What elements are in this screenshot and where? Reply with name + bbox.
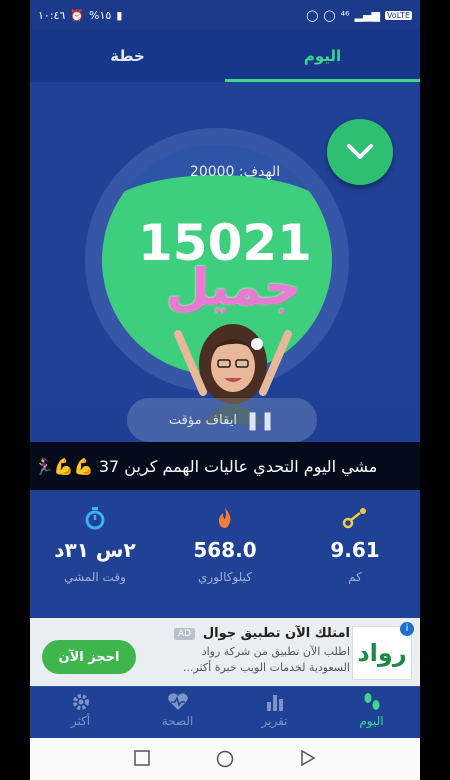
alarm-icon: ⏰ bbox=[70, 8, 85, 22]
info-icon[interactable]: i bbox=[400, 622, 414, 636]
nav-health-label: الصحة bbox=[161, 714, 194, 728]
top-tabs: خطة اليوم bbox=[30, 30, 420, 82]
nav-today-label: اليوم bbox=[359, 714, 384, 728]
back-icon[interactable] bbox=[300, 749, 316, 770]
battery-text: %١٥ bbox=[89, 8, 112, 22]
distance-label: كم bbox=[348, 570, 362, 584]
volte-badge: VoLTE bbox=[384, 10, 412, 20]
complete-button[interactable] bbox=[327, 119, 393, 185]
gear-icon bbox=[72, 694, 89, 710]
sticker-text: جميل bbox=[165, 258, 301, 316]
flame-icon bbox=[218, 508, 231, 528]
time-text: ١٠:٤٦ bbox=[38, 8, 66, 22]
time-value: ٢س ٣١د bbox=[54, 538, 136, 562]
pause-button[interactable]: ايقاف مؤقت ❚❚ bbox=[127, 398, 317, 442]
calories-label: كيلوكالوري bbox=[198, 570, 252, 584]
ad-cta-button[interactable]: احجز الآن bbox=[42, 640, 136, 674]
chat-icon: ◯ bbox=[306, 8, 319, 22]
tab-today[interactable]: اليوم bbox=[225, 30, 420, 82]
battery-icon: ▮ bbox=[116, 8, 123, 22]
ad-badge: AD bbox=[174, 628, 196, 640]
stats-panel: 9.61 كم 568.0 كيلوكالوري ٢س ٣١د وقت المش… bbox=[30, 490, 420, 618]
ad-title[interactable]: امتلك الآن تطبيق جوال bbox=[203, 626, 350, 641]
recents-icon[interactable] bbox=[134, 750, 150, 770]
calories-value: 568.0 bbox=[193, 538, 257, 562]
nav-more-label: أكثر bbox=[70, 714, 91, 728]
route-icon bbox=[342, 508, 366, 529]
ad-banner[interactable]: احجز الآن AD امتلك الآن تطبيق جوال اطلب … bbox=[30, 618, 420, 686]
status-right: ◯ ◯ ⁴⁶ ▂▄▆ VoLTE bbox=[306, 9, 412, 22]
timer-icon bbox=[85, 507, 105, 530]
nav-more[interactable]: أكثر bbox=[32, 691, 129, 728]
chevron-down-icon bbox=[347, 144, 373, 159]
time-label: وقت المشي bbox=[64, 570, 126, 584]
progress-area: الهدف: 20000 15021 جميل ايقاف مؤقت ❚❚ bbox=[30, 82, 420, 442]
pause-icon: ❚❚ bbox=[244, 409, 276, 431]
stat-calories: 568.0 كيلوكالوري bbox=[160, 504, 290, 584]
ad-description: اطلب الآن تطبيق من شركة رواد السعودية لخ… bbox=[183, 645, 350, 674]
network-text: ⁴⁶ bbox=[340, 8, 350, 22]
bottom-nav: اليوم تقرير الصحة أكثر bbox=[30, 686, 420, 739]
stat-time: ٢س ٣١د وقت المشي bbox=[30, 504, 160, 584]
home-icon[interactable] bbox=[216, 750, 234, 772]
footsteps-icon bbox=[364, 693, 379, 710]
story-caption: مشي اليوم التحدي عاليات الهمم كرين 37 💪💪… bbox=[30, 442, 420, 490]
distance-value: 9.61 bbox=[330, 538, 380, 562]
status-left: ١٠:٤٦ ⏰ %١٥ ▮ bbox=[38, 9, 122, 22]
stat-distance: 9.61 كم bbox=[290, 504, 420, 584]
goal-label: الهدف: 20000 bbox=[189, 164, 281, 180]
nav-health[interactable]: الصحة bbox=[129, 691, 226, 728]
nav-report[interactable]: تقرير bbox=[226, 691, 323, 728]
status-bar: ١٠:٤٦ ⏰ %١٥ ▮ ◯ ◯ ⁴⁶ ▂▄▆ VoLTE bbox=[30, 0, 420, 30]
bar-chart-icon bbox=[266, 695, 283, 711]
signal-icon: ▂▄▆ bbox=[354, 8, 380, 22]
nav-today[interactable]: اليوم bbox=[323, 691, 420, 728]
nav-report-label: تقرير bbox=[261, 714, 288, 728]
tab-plan[interactable]: خطة bbox=[30, 30, 225, 82]
system-nav-bar bbox=[30, 738, 420, 780]
heart-pulse-icon bbox=[167, 693, 188, 710]
app-screen: ١٠:٤٦ ⏰ %١٥ ▮ ◯ ◯ ⁴⁶ ▂▄▆ VoLTE خطة اليوم… bbox=[30, 0, 420, 780]
whatsapp-icon: ◯ bbox=[323, 8, 336, 22]
pause-label: ايقاف مؤقت bbox=[168, 412, 237, 428]
